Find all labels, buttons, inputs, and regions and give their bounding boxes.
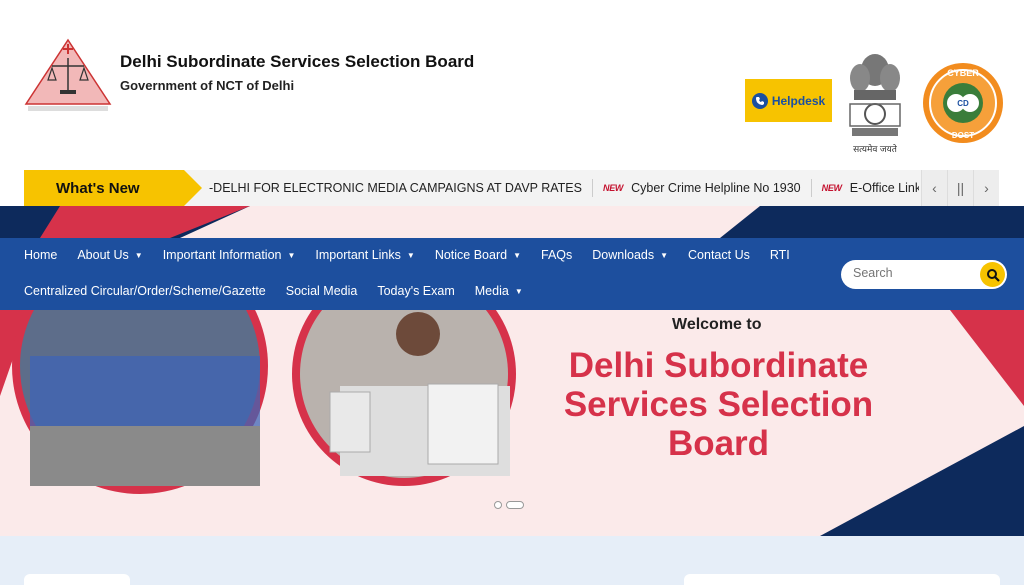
caret-down-icon: ▼ <box>514 286 523 296</box>
ticker-track: -DELHI FOR ELECTRONIC MEDIA CAMPAIGNS AT… <box>209 170 919 206</box>
nav-label[interactable]: About Us <box>77 248 128 262</box>
nav-row-primary: Home About Us ▼ Important Information ▼ Im… <box>24 248 810 262</box>
cyber-mid-text: CD <box>957 99 969 108</box>
ticker-item[interactable]: NEW Cyber Crime Helpline No 1930 <box>592 179 811 197</box>
cyber-top-text: CYBER <box>947 68 979 78</box>
new-badge-icon: NEW <box>603 183 624 193</box>
whats-new-arrow <box>184 170 202 206</box>
nav-label[interactable]: Contact Us <box>688 248 750 262</box>
nav-todays-exam[interactable]: Today's Exam <box>377 284 474 298</box>
nav-label[interactable]: Notice Board <box>435 248 507 262</box>
ticker-item[interactable]: -DELHI FOR ELECTRONIC MEDIA CAMPAIGNS AT… <box>209 179 592 197</box>
nav-centralized-circular[interactable]: Centralized Circular/Order/Scheme/Gazett… <box>24 284 286 298</box>
ticker-item[interactable]: NEW E-Office Link <box>810 179 919 197</box>
banner-welcome: Welcome to <box>672 316 762 333</box>
search-box <box>841 260 1007 289</box>
nav-label[interactable]: Important Links <box>315 248 400 262</box>
nav-label[interactable]: RTI <box>770 248 790 262</box>
nav-contact-us[interactable]: Contact Us <box>688 248 770 262</box>
caret-down-icon: ▼ <box>513 250 521 260</box>
nav-downloads[interactable]: Downloads ▼ <box>592 248 688 262</box>
search-icon <box>986 268 1000 282</box>
helpdesk-button[interactable]: Helpdesk <box>745 79 832 122</box>
nav-row-secondary: Centralized Circular/Order/Scheme/Gazett… <box>24 284 543 298</box>
dsssb-logo[interactable] <box>24 38 112 114</box>
caret-down-icon: ▼ <box>660 250 669 260</box>
nav-label[interactable]: Centralized Circular/Order/Scheme/Gazett… <box>24 284 266 298</box>
ticker-pause-button[interactable]: || <box>947 170 973 206</box>
helpdesk-label: Helpdesk <box>771 93 826 108</box>
nav-label[interactable]: Home <box>24 248 57 262</box>
nav-social-media[interactable]: Social Media <box>286 284 378 298</box>
caret-down-icon: ▼ <box>287 250 296 260</box>
ticker-item-text[interactable]: E-Office Link <box>850 181 919 195</box>
ticker-item-text[interactable]: Cyber Crime Helpline No 1930 <box>631 181 801 195</box>
cyber-dost-logo[interactable]: CYBER CD DOST <box>922 62 1004 144</box>
nav-label[interactable]: FAQs <box>541 248 572 262</box>
nav-about-us[interactable]: About Us ▼ <box>77 248 162 262</box>
nav-label[interactable]: Important Information <box>163 248 282 262</box>
org-subtitle: Government of NCT of Delhi <box>120 78 295 93</box>
whats-new-heading: What's New <box>24 170 184 206</box>
nav-important-links[interactable]: Important Links ▼ <box>315 248 434 262</box>
nav-media[interactable]: Media ▼ <box>475 284 543 298</box>
nav-important-information[interactable]: Important Information ▼ <box>163 248 316 262</box>
carousel-dots <box>494 501 524 509</box>
carousel-dot-active[interactable] <box>506 501 524 509</box>
banner-title: Delhi Subordinate Services Selection Boa… <box>563 346 874 463</box>
search-button[interactable] <box>980 262 1005 287</box>
whats-new-ticker: What's New -DELHI FOR ELECTRONIC MEDIA C… <box>24 170 999 206</box>
caret-down-icon: ▼ <box>406 250 415 260</box>
search-input[interactable] <box>853 266 973 280</box>
ticker-next-button[interactable]: › <box>973 170 999 206</box>
site-header: Delhi Subordinate Services Selection Boa… <box>0 0 1024 170</box>
cyber-bottom-text: DOST <box>952 131 974 140</box>
content-card <box>684 574 1000 585</box>
ticker-item-text[interactable]: -DELHI FOR ELECTRONIC MEDIA CAMPAIGNS AT… <box>209 181 582 195</box>
nav-home[interactable]: Home <box>24 248 77 262</box>
ticker-prev-button[interactable]: ‹ <box>921 170 947 206</box>
national-emblem-icon <box>849 54 901 136</box>
ticker-controls: ‹ || › <box>921 170 999 206</box>
main-navbar: Home About Us ▼ Important Information ▼ Im… <box>0 238 1024 310</box>
org-name: Delhi Subordinate Services Selection Boa… <box>120 52 475 71</box>
emblem-motto: सत्यमेव जयते <box>853 144 897 154</box>
new-badge-icon: NEW <box>821 183 842 193</box>
nav-rti[interactable]: RTI <box>770 248 810 262</box>
nav-faqs[interactable]: FAQs <box>541 248 592 262</box>
content-card <box>24 574 130 585</box>
nav-label[interactable]: Today's Exam <box>377 284 454 298</box>
nav-notice-board[interactable]: Notice Board ▼ <box>435 248 541 262</box>
carousel-dot[interactable] <box>494 501 502 509</box>
phone-icon <box>751 92 768 109</box>
nav-label[interactable]: Downloads <box>592 248 654 262</box>
nav-label[interactable]: Media <box>475 284 509 298</box>
nav-label[interactable]: Social Media <box>286 284 358 298</box>
caret-down-icon: ▼ <box>134 250 143 260</box>
